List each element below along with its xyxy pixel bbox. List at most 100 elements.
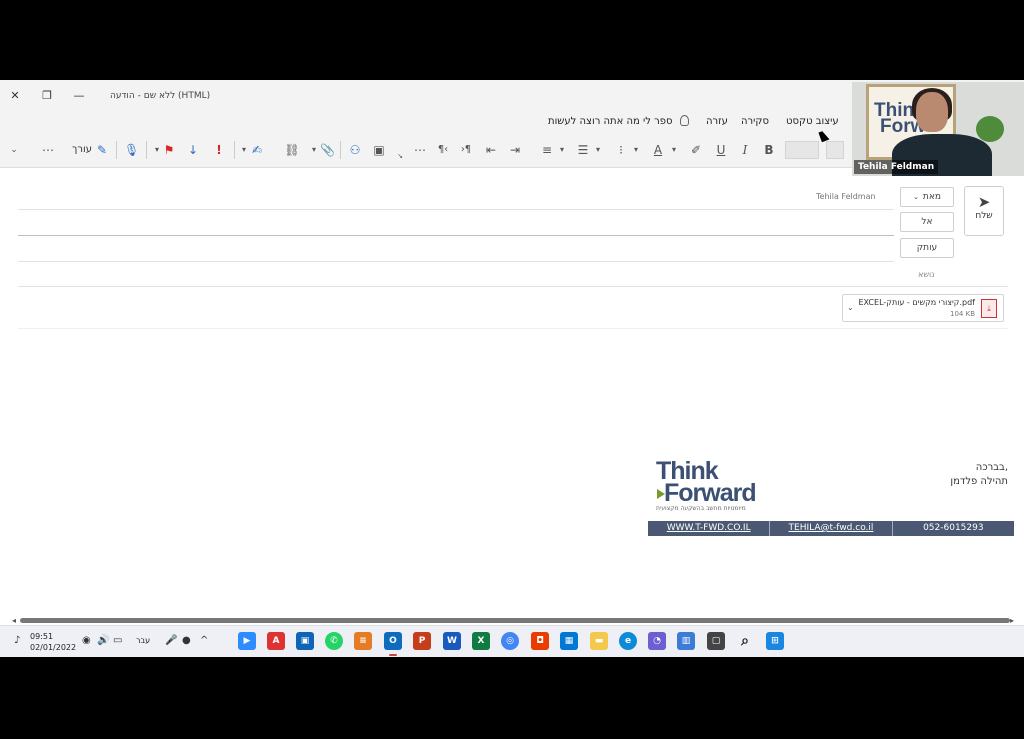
attach-file-icon[interactable]: 📎 <box>320 142 335 158</box>
show-hidden-icons[interactable]: ^ <box>200 635 208 646</box>
cc-input[interactable] <box>18 261 894 262</box>
high-importance-icon[interactable]: ! <box>212 142 226 158</box>
notification-icon[interactable]: ♪ <box>14 635 20 646</box>
ribbon-divider <box>116 141 117 159</box>
start-button-icon[interactable]: ⊞ <box>766 632 784 650</box>
phone-number: 052-6015293 <box>891 521 1014 536</box>
file-explorer-icon[interactable]: ▬ <box>590 632 608 650</box>
more-formatting-icon[interactable]: ⋯ <box>412 142 428 158</box>
increase-indent-icon[interactable]: ⇥ <box>508 142 522 158</box>
zoom-app-icon[interactable]: ▶ <box>238 632 256 650</box>
word-app-icon[interactable]: W <box>443 632 461 650</box>
italic-icon[interactable]: I <box>738 142 752 158</box>
to-input[interactable] <box>18 235 894 236</box>
highlight-icon[interactable]: ✐ <box>688 142 704 158</box>
clock-date: 02/01/2022 <box>30 643 77 652</box>
company-logo: Think Forward מיומנויות מחשב בהשקעה מקצו… <box>656 457 776 513</box>
volume-icon[interactable]: 🔊 <box>97 635 109 646</box>
to-button[interactable]: אל <box>900 212 954 232</box>
network-icon[interactable]: ▭ <box>113 635 122 646</box>
decrease-indent-icon[interactable]: ⇤ <box>484 142 498 158</box>
menu-review[interactable]: סקירה <box>741 116 769 127</box>
bullets-dropdown-icon[interactable]: ▾ <box>632 142 640 158</box>
clock[interactable]: 09:51 02/01/2022 <box>30 631 76 653</box>
email-link[interactable]: TEHILA@t-fwd.co.il <box>769 521 891 536</box>
camera-tray-icon[interactable]: ◉ <box>82 635 91 646</box>
editor-label[interactable]: עורך <box>70 142 94 158</box>
rtl-paragraph-icon[interactable]: ¶‹ <box>436 142 450 158</box>
more-options-icon[interactable]: ⋯ <box>40 142 56 158</box>
attachment-chip[interactable]: ⤓ EXCEL-קיצורי מקשים - עותק.pdf 104 KB ⌄ <box>842 294 1004 322</box>
numbering-icon[interactable]: ☰ <box>576 142 590 158</box>
address-book-icon[interactable]: ▣ <box>372 142 386 158</box>
language-indicator[interactable]: עבר <box>136 636 150 645</box>
minimize-icon[interactable]: — <box>72 89 86 103</box>
signature-icon[interactable]: ✍ <box>249 142 265 158</box>
mic-tray-icon[interactable]: 🎤 <box>165 635 177 646</box>
excel-app-icon[interactable]: X <box>472 632 490 650</box>
menu-help[interactable]: עזרה <box>706 116 728 127</box>
font-color-icon[interactable]: A <box>650 142 666 158</box>
display-app-icon[interactable]: ▣ <box>296 632 314 650</box>
office-app-icon[interactable]: ◘ <box>531 632 549 650</box>
send-icon: ➤ <box>977 193 991 211</box>
from-button[interactable]: ⌄ מאת <box>900 187 954 207</box>
followup-dropdown-icon[interactable]: ▾ <box>153 142 161 158</box>
ribbon-expand-icon[interactable]: ⌄ <box>8 142 20 158</box>
subject-label: נושא <box>918 270 935 279</box>
chrome-app-icon[interactable]: ◎ <box>501 632 519 650</box>
ltr-paragraph-icon[interactable]: ›¶ <box>459 142 473 158</box>
notes-app-icon[interactable]: ≡ <box>354 632 372 650</box>
align-icon[interactable]: ≡ <box>540 142 554 158</box>
send-label: שלח <box>975 211 993 221</box>
tray-app-icon[interactable]: ● <box>182 635 191 646</box>
ribbon-divider <box>340 141 341 159</box>
numbering-dropdown-icon[interactable]: ▾ <box>594 142 602 158</box>
link-icon[interactable]: ⛓ <box>284 142 300 158</box>
powerpoint-app-icon[interactable]: P <box>413 632 431 650</box>
send-button[interactable]: ➤ שלח <box>964 186 1004 236</box>
font-color-dropdown-icon[interactable]: ▾ <box>670 142 678 158</box>
attach-dropdown-icon[interactable]: ▾ <box>310 142 318 158</box>
store-app-icon[interactable]: ▦ <box>560 632 578 650</box>
subject-input[interactable] <box>18 286 1008 287</box>
bold-icon[interactable]: B <box>762 142 776 158</box>
task-view-icon[interactable]: ▢ <box>707 632 725 650</box>
font-size-select[interactable] <box>785 141 819 159</box>
acrobat-app-icon[interactable]: A <box>267 632 285 650</box>
dictate-mic-icon[interactable]: 🎙 <box>124 142 139 158</box>
low-importance-icon[interactable]: ↓ <box>186 142 200 158</box>
compose-area: ➤ שלח Tehila Feldman ⌄ מאת אל עותק נושא ⤓… <box>6 172 1018 628</box>
flag-icon[interactable]: ⚑ <box>162 142 176 158</box>
window-title: ללא שם - הודעה (HTML) <box>110 91 211 101</box>
webcam-overlay: Think Forw Tehila Feldman <box>852 82 1024 176</box>
close-icon[interactable]: ✕ <box>8 89 22 103</box>
scroll-right-icon[interactable]: ▸ <box>1010 616 1014 625</box>
menu-format-text[interactable]: עיצוב טקסט <box>786 116 839 127</box>
horizontal-scrollbar[interactable] <box>20 618 1010 623</box>
edge-app-icon[interactable]: e <box>619 632 637 650</box>
tell-me-search[interactable]: ספר לי מה אתה רוצה לעשות <box>548 115 689 127</box>
attachment-menu-icon[interactable]: ⌄ <box>847 303 854 312</box>
signature-dropdown-icon[interactable]: ▾ <box>240 142 248 158</box>
search-icon[interactable]: ⌕ <box>736 632 754 650</box>
widgets-icon[interactable]: ▥ <box>677 632 695 650</box>
scroll-left-icon[interactable]: ◂ <box>12 616 16 625</box>
align-dropdown-icon[interactable]: ▾ <box>558 142 566 158</box>
whatsapp-app-icon[interactable]: ✆ <box>325 632 343 650</box>
pdf-file-icon: ⤓ <box>981 299 997 318</box>
font-name-select[interactable] <box>826 141 844 159</box>
bullets-icon[interactable]: ⁝ <box>614 142 628 158</box>
clock-time: 09:51 <box>30 632 54 641</box>
chat-app-icon[interactable]: ◔ <box>648 632 666 650</box>
website-link[interactable]: WWW.T-FWD.CO.IL <box>648 521 769 536</box>
outlook-app-icon[interactable]: O <box>384 632 402 656</box>
signature-greeting: בברכה, <box>975 462 1008 473</box>
cc-button[interactable]: עותק <box>900 238 954 258</box>
check-names-icon[interactable]: ⚇ <box>347 142 363 158</box>
group-launcher-icon[interactable]: ↘ <box>396 148 404 164</box>
underline-icon[interactable]: U <box>714 142 728 158</box>
editor-icon[interactable]: ✎ <box>94 142 110 158</box>
plant <box>976 116 1004 142</box>
restore-icon[interactable]: ❐ <box>40 89 54 103</box>
